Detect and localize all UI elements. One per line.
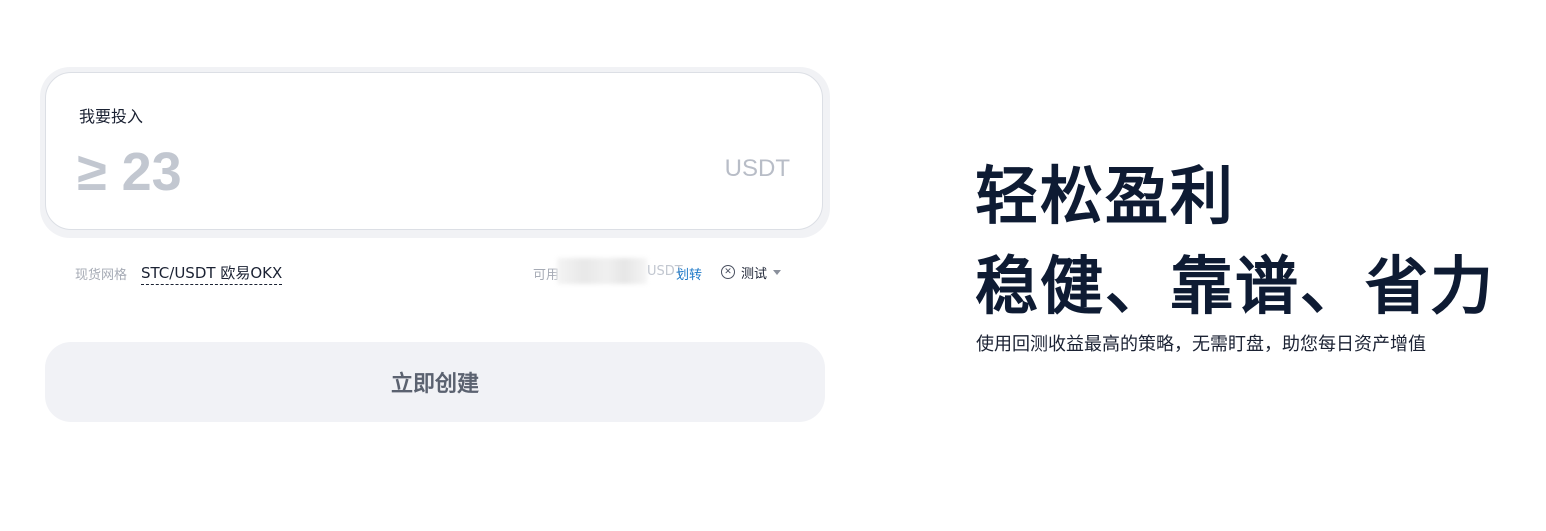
promo-headline-2: 稳健、靠谱、省力 xyxy=(975,250,1495,323)
transfer-link[interactable]: 划转 xyxy=(676,264,702,283)
invest-label: 我要投入 xyxy=(79,107,144,126)
account-selector[interactable]: ✕ 测试 xyxy=(721,262,782,282)
create-now-button[interactable]: 立即创建 xyxy=(45,342,825,422)
chevron-down-icon xyxy=(773,269,782,275)
invest-unit: USDT xyxy=(724,155,790,182)
trading-pair-selector[interactable]: STC/USDT 欧易OKX xyxy=(141,262,283,285)
promo-subline: 使用回测收益最高的策略，无需盯盘，助您每日资产增值 xyxy=(976,334,1426,355)
invest-amount-input[interactable] xyxy=(77,141,637,203)
grid-type-label: 现货网格 xyxy=(75,268,128,283)
promo-headline-1: 轻松盈利 xyxy=(975,160,1235,233)
available-label: 可用 xyxy=(533,268,560,283)
invest-card: 我要投入 USDT xyxy=(45,72,823,230)
account-label: 测试 xyxy=(741,266,768,282)
available-balance-redacted xyxy=(557,258,647,284)
okx-account-icon: ✕ xyxy=(721,265,735,279)
info-row: 现货网格 STC/USDT 欧易OKX 可用 USDT 划转 ✕ 测试 xyxy=(75,258,790,285)
page: 我要投入 USDT 现货网格 STC/USDT 欧易OKX 可用 USDT 划转… xyxy=(0,0,1546,531)
